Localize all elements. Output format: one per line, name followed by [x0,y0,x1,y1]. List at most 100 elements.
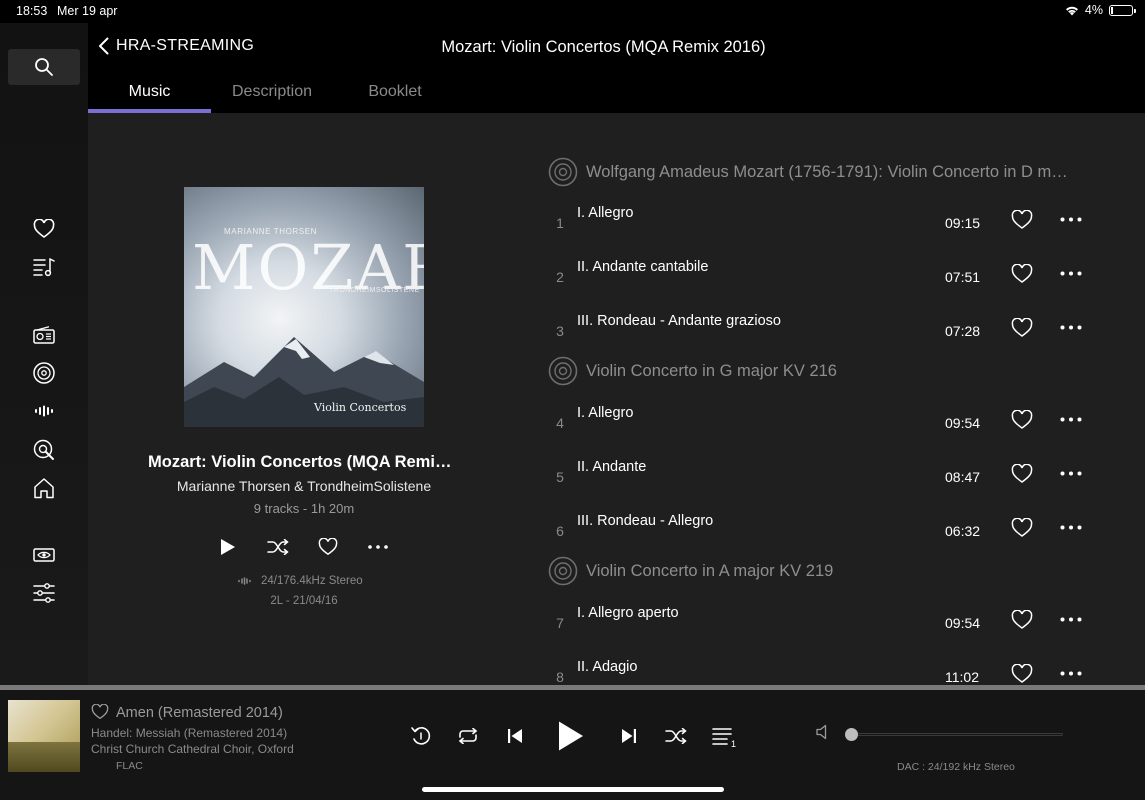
sidebar-item-streaming[interactable] [28,395,60,427]
wifi-icon [1065,5,1079,16]
sidebar-item-playlists[interactable] [28,251,60,283]
track-favorite-button[interactable] [1011,518,1033,538]
work-title: Wolfgang Amadeus Mozart (1756-1791): Vio… [586,162,1076,181]
track-row[interactable]: 5 II. Andante 08:47 [548,447,1088,499]
volume-icon[interactable] [816,724,832,740]
track-row[interactable]: 1 I. Allegro 09:15 [548,193,1088,245]
track-row[interactable]: 7 I. Allegro aperto 09:54 [548,593,1088,645]
cover-orchestra: TRONDHEIMSOLISTENE [329,287,420,294]
track-more-button[interactable] [1060,271,1082,276]
status-date: Mer 19 apr [57,4,118,18]
page-title: Mozart: Violin Concertos (MQA Remix 2016… [441,38,766,56]
album-actions [214,535,394,559]
track-title: I. Allegro aperto [577,605,679,621]
track-more-button[interactable] [1060,417,1082,422]
album-meta: 9 tracks - 1h 20m [253,501,355,516]
album-format-text: 24/176.4kHz Stereo [261,575,363,587]
previous-button[interactable] [501,722,529,750]
heart-icon [91,704,109,720]
track-number: 2 [556,269,564,285]
track-more-button[interactable] [1060,325,1082,330]
disc-icon [548,356,578,386]
cast-icon [33,547,55,563]
track-number: 5 [556,469,564,485]
shuffle-button[interactable] [662,722,690,750]
repeat-button[interactable] [454,722,482,750]
track-row[interactable]: 8 II. Adagio 11:02 [548,647,1088,685]
heart-icon [1011,264,1033,283]
track-favorite-button[interactable] [1011,610,1033,630]
track-favorite-button[interactable] [1011,264,1033,284]
track-favorite-button[interactable] [1011,464,1033,484]
track-title: II. Andante cantabile [577,259,709,275]
track-row[interactable]: 4 I. Allegro 09:54 [548,393,1088,445]
cover-subtitle: Violin Concertos [314,401,407,414]
track-favorite-button[interactable] [1011,664,1033,684]
album-more-button[interactable] [366,535,390,559]
tab-description[interactable]: Description [211,81,333,113]
track-title: I. Allegro [577,205,634,221]
work-title: Violin Concerto in G major KV 216 [586,361,837,380]
sidebar-item-radio[interactable] [28,319,60,351]
now-playing-favorite-button[interactable] [91,704,109,720]
work-header: Violin Concerto in A major KV 219 [548,556,833,586]
track-more-button[interactable] [1060,671,1082,676]
album-favorite-button[interactable] [316,535,340,559]
more-icon [1060,525,1082,530]
track-more-button[interactable] [1060,617,1082,622]
home-icon [33,477,55,499]
now-playing-artwork[interactable] [8,700,80,772]
track-row[interactable]: 3 III. Rondeau - Andante grazioso 07:28 [548,301,1088,353]
play-icon [220,538,236,556]
album-artist[interactable]: Marianne Thorsen & TrondheimSolistene [128,478,480,494]
disc-icon [548,157,578,187]
sidebar-item-library-search[interactable] [28,434,60,466]
heart-icon [1011,518,1033,537]
album-shuffle-button[interactable] [266,535,290,559]
track-more-button[interactable] [1060,217,1082,222]
play-button[interactable] [551,716,591,756]
track-duration: 08:47 [945,469,981,485]
shuffle-icon [665,728,687,744]
sidebar-item-home[interactable] [28,472,60,504]
track-number: 8 [556,669,564,685]
heart-icon [33,219,55,239]
track-favorite-button[interactable] [1011,318,1033,338]
track-list: Wolfgang Amadeus Mozart (1756-1791): Vio… [548,113,1108,685]
track-more-button[interactable] [1060,471,1082,476]
track-title: II. Adagio [577,659,638,675]
sidebar-item-favorites[interactable] [28,213,60,245]
album-cover[interactable]: MARIANNE THORSEN MOZART TRONDHEIMSOLISTE… [184,187,424,427]
sidebar-item-settings[interactable] [28,577,60,609]
tab-booklet[interactable]: Booklet [333,81,457,113]
track-row[interactable]: 2 II. Andante cantabile 07:51 [548,247,1088,299]
now-playing-bar: Amen (Remastered 2014) Handel: Messiah (… [0,690,1145,800]
repeat-icon [459,728,477,744]
volume-slider[interactable] [850,733,1063,736]
more-icon [1060,617,1082,622]
playlist-icon [33,257,55,277]
next-button[interactable] [615,722,643,750]
home-indicator[interactable] [422,787,724,792]
track-favorite-button[interactable] [1011,410,1033,430]
tab-music[interactable]: Music [88,81,211,113]
track-favorite-button[interactable] [1011,210,1033,230]
search-icon [34,57,54,77]
battery-icon [1109,4,1136,16]
track-title: III. Rondeau - Andante grazioso [577,313,781,329]
more-icon [1060,471,1082,476]
dac-info: DAC : 24/192 kHz Stereo [897,761,1015,773]
track-number: 4 [556,415,564,431]
album-format: 24/176.4kHz Stereo [238,575,363,587]
status-time: 18:53 [16,4,48,18]
sidebar-item-albums[interactable] [28,357,60,389]
album-play-button[interactable] [216,535,240,559]
sidebar [0,23,88,685]
track-more-button[interactable] [1060,525,1082,530]
volume-slider-handle[interactable] [845,728,858,741]
track-row[interactable]: 6 III. Rondeau - Allegro 06:32 [548,501,1088,553]
sidebar-item-devices[interactable] [28,539,60,571]
disc-search-icon [33,439,55,461]
settings-sliders-icon [33,583,55,603]
replay-button[interactable] [407,722,435,750]
